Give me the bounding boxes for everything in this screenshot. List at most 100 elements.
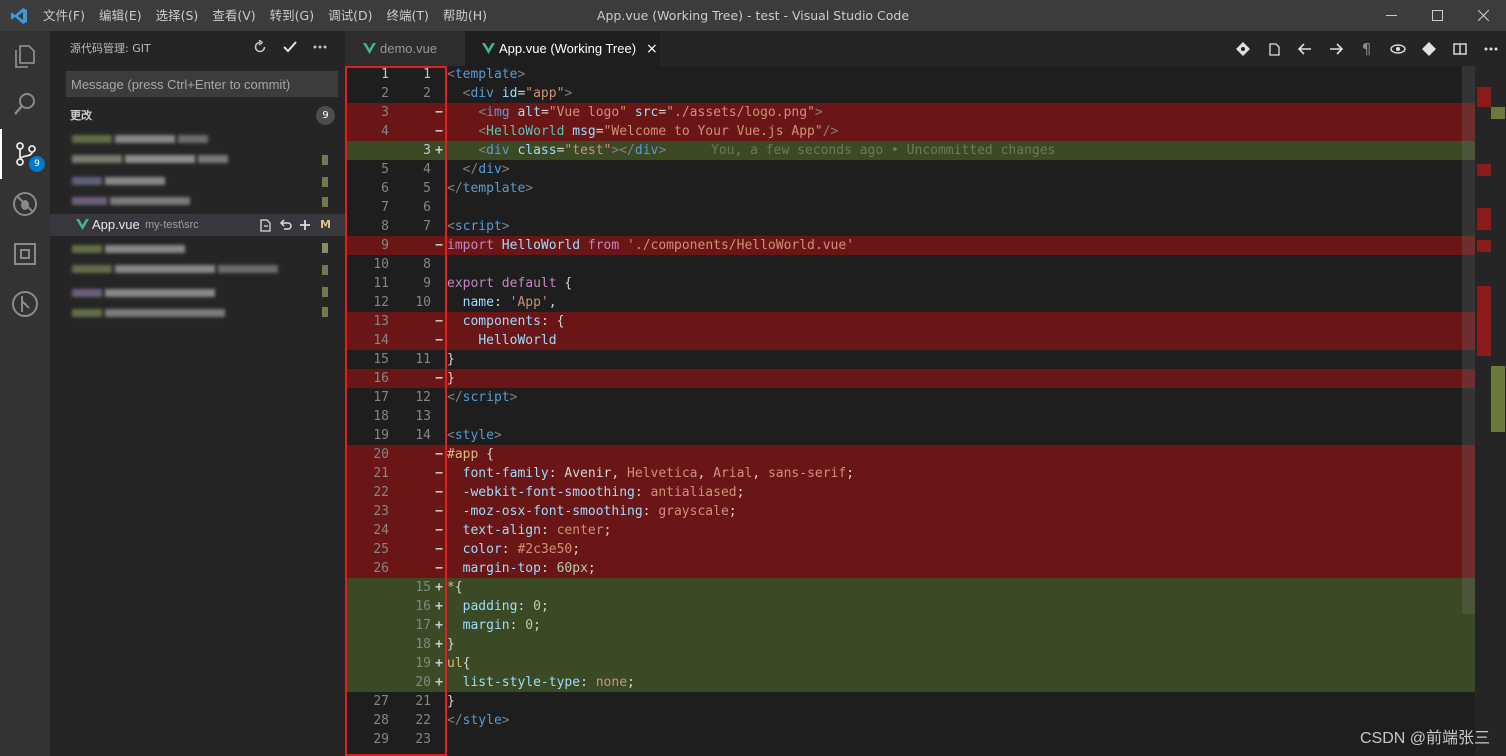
code-token: "app" (525, 86, 565, 101)
split-editor-button[interactable] (1444, 31, 1475, 66)
inserted-line[interactable]: 19 + ul{ (345, 654, 1475, 673)
more-actions-button[interactable] (305, 37, 335, 57)
inserted-line[interactable]: 18 +} (345, 635, 1475, 654)
changes-header[interactable]: 更改 (70, 107, 92, 123)
maximize-button[interactable] (1414, 0, 1460, 31)
more-editor-actions-button[interactable] (1475, 31, 1506, 66)
code-line[interactable]: 76 (345, 198, 1475, 217)
deleted-line[interactable]: 26 − margin-top: 60px; (345, 559, 1475, 578)
close-tab-icon[interactable]: × (646, 41, 658, 57)
inserted-line[interactable]: 3 + <div class="test"></div> You, a few se… (345, 141, 1475, 160)
list-item[interactable] (72, 151, 242, 165)
modified-line-number: 9 (423, 276, 431, 291)
deleted-line[interactable]: 16 −} (345, 369, 1475, 388)
menu-selection[interactable]: 选择(S) (156, 0, 199, 31)
menu-debug[interactable]: 调试(D) (328, 0, 372, 31)
code-token: ; (846, 466, 855, 481)
explorer-activity[interactable] (0, 31, 50, 81)
tab-demo-vue[interactable]: demo.vue (345, 31, 465, 66)
stage-changes-button[interactable] (295, 217, 315, 233)
previous-change-button[interactable] (1289, 31, 1320, 66)
code-line[interactable]: 15 11} (345, 350, 1475, 369)
code-token: components (462, 314, 541, 329)
code-line[interactable]: 2 2 <div id="app"> (345, 84, 1475, 103)
changed-file-row[interactable]: App.vue my-test\src M (50, 214, 345, 236)
next-change-button[interactable] (1320, 31, 1351, 66)
editor-scrollbar[interactable] (1462, 66, 1475, 614)
deleted-line[interactable]: 9 − import HelloWorld from './components/H… (345, 236, 1475, 255)
code-text: #app { (447, 445, 494, 464)
inserted-line[interactable]: 20 + list-style-type: none; (345, 673, 1475, 692)
gitlens-activity[interactable] (0, 279, 50, 329)
inserted-line[interactable]: 16 + padding: 0; (345, 597, 1475, 616)
list-item[interactable] (72, 173, 192, 187)
commit-button[interactable] (275, 37, 305, 57)
toggle-blame-button[interactable] (1382, 31, 1413, 66)
minimize-button-2[interactable] (1368, 0, 1414, 31)
menu-edit[interactable]: 编辑(E) (99, 0, 142, 31)
list-item[interactable] (72, 131, 222, 145)
list-item[interactable] (72, 305, 242, 319)
code-line[interactable]: 27 21} (345, 692, 1475, 711)
open-file-button[interactable] (1258, 31, 1289, 66)
check-icon (283, 41, 297, 53)
source-control-activity[interactable]: 9 (0, 129, 50, 179)
toggle-whitespace-button[interactable]: ¶ (1351, 31, 1382, 66)
original-line-number: 27 (373, 694, 389, 709)
code-line[interactable]: 6 5 </template> (345, 179, 1475, 198)
tab-app-vue-working-tree[interactable]: App.vue (Working Tree) × (465, 31, 660, 66)
refresh-button[interactable] (245, 37, 275, 57)
menu-go[interactable]: 转到(G) (270, 0, 314, 31)
code-token: : (493, 295, 510, 310)
list-item[interactable] (72, 261, 302, 275)
menu-file[interactable]: 文件(F) (43, 0, 85, 31)
deleted-line[interactable]: 13 − components: { (345, 312, 1475, 331)
code-line[interactable]: 29 23 (345, 730, 1475, 749)
extensions-activity[interactable] (0, 229, 50, 279)
code-token: "Vue logo" (548, 105, 628, 120)
deleted-line[interactable]: 3− <img alt="Vue logo" src="./assets/log… (345, 103, 1475, 122)
list-item[interactable] (72, 193, 212, 207)
commit-message-input[interactable] (66, 71, 338, 97)
code-line[interactable]: 19 14 <style> (345, 426, 1475, 445)
close-window-button[interactable] (1460, 0, 1506, 31)
code-line[interactable]: 11 9 export default { (345, 274, 1475, 293)
deleted-line[interactable]: 20 − #app { (345, 445, 1475, 464)
debug-activity[interactable] (0, 179, 50, 229)
code-token: > (501, 713, 510, 728)
code-line[interactable]: 5 4 </div> (345, 160, 1475, 179)
list-item[interactable] (72, 285, 232, 299)
deleted-line[interactable]: 25 − color: #2c3e50; (345, 540, 1475, 559)
code-text: text-align: center; (447, 521, 612, 540)
deleted-line[interactable]: 21 − font-family: Avenir, Helvetica, Aria… (345, 464, 1475, 483)
code-line[interactable]: 10 8 (345, 255, 1475, 274)
compare-revision-button[interactable] (1413, 31, 1444, 66)
overview-ruler[interactable] (1475, 66, 1506, 756)
code-text: color: #2c3e50; (447, 540, 580, 559)
code-line[interactable]: 18 13 (345, 407, 1475, 426)
menu-help[interactable]: 帮助(H) (443, 0, 487, 31)
deleted-line[interactable]: 23 − -moz-osx-font-smoothing: grayscale; (345, 502, 1475, 521)
discard-changes-button[interactable] (275, 217, 295, 233)
deleted-line[interactable]: 14 − HelloWorld (345, 331, 1475, 350)
code-token: ; (587, 561, 596, 576)
deleted-line[interactable]: 22 − -webkit-font-smoothing: antialiased; (345, 483, 1475, 502)
deleted-line[interactable]: 24 − text-align: center; (345, 521, 1475, 540)
code-line[interactable]: 12 10 name: 'App', (345, 293, 1475, 312)
search-activity[interactable] (0, 79, 50, 129)
menu-view[interactable]: 查看(V) (212, 0, 255, 31)
inserted-line[interactable]: 15 + *{ (345, 578, 1475, 597)
code-line[interactable]: 28 22 </style> (345, 711, 1475, 730)
code-line[interactable]: 8 7 <script> (345, 217, 1475, 236)
diff-editor[interactable]: 1 1 <template> 2 2 <div id="app"> 3− <img alt… (345, 66, 1506, 756)
open-file-button[interactable] (255, 217, 275, 233)
menu-terminal[interactable]: 终端(T) (386, 0, 428, 31)
code-line[interactable]: 17 12 </script> (345, 388, 1475, 407)
list-item[interactable] (72, 241, 202, 255)
code-line[interactable]: 1 1 <template> (345, 66, 1475, 84)
added-sign: + (435, 637, 443, 652)
deleted-line[interactable]: 4 − <HelloWorld msg="Welcome to Your Vue.… (345, 122, 1475, 141)
open-changes-button[interactable] (1227, 31, 1258, 66)
inserted-line[interactable]: 17 + margin: 0; (345, 616, 1475, 635)
